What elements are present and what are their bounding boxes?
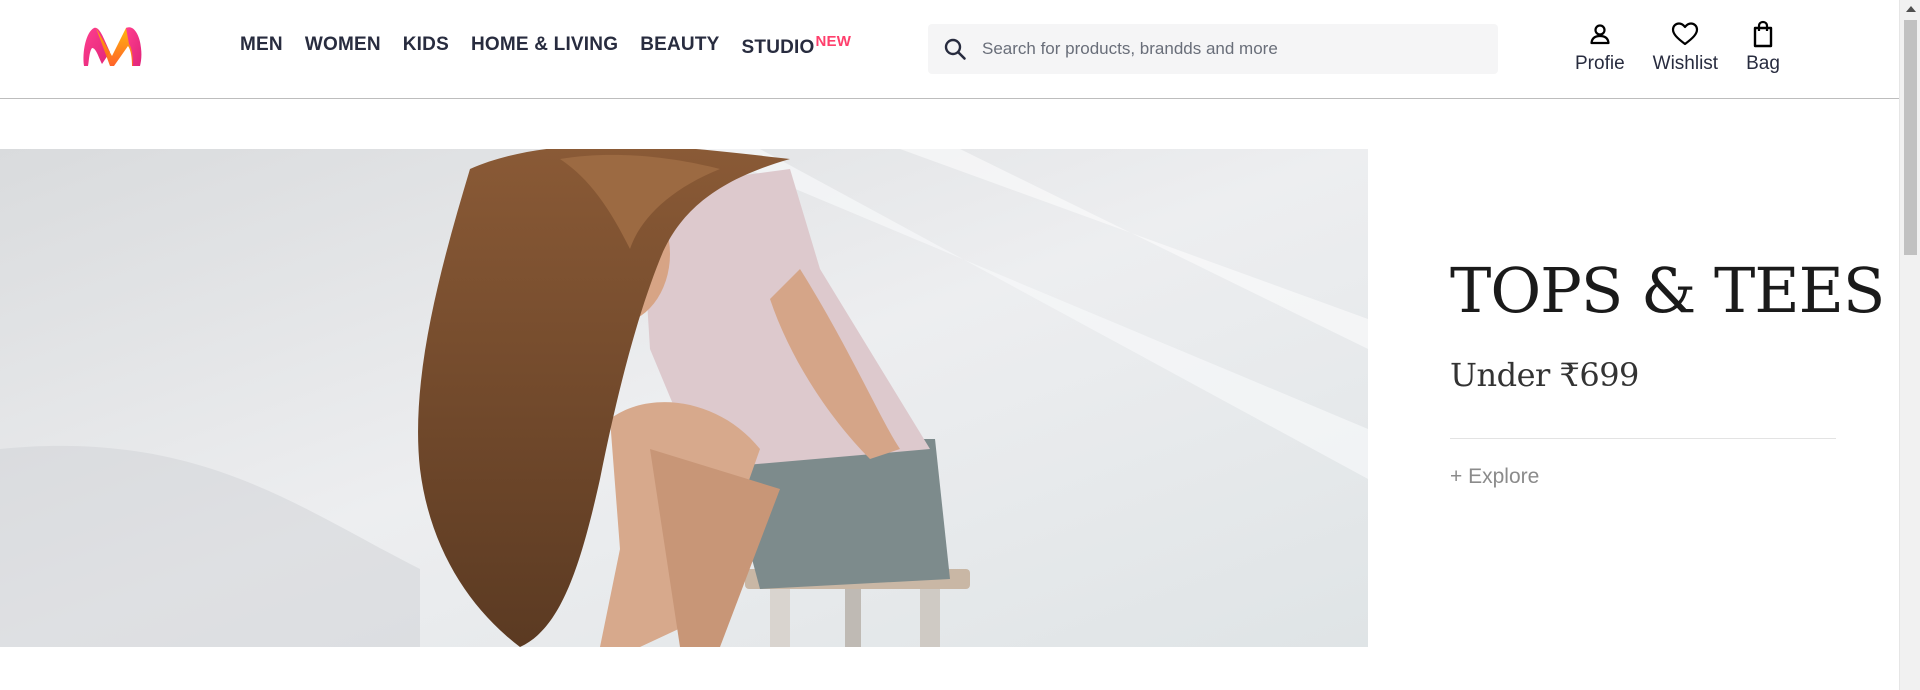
hero-banner-image[interactable] [0,149,1368,647]
main-nav: MEN WOMEN KIDS HOME & LIVING BEAUTY STUD… [240,0,873,99]
wishlist-button[interactable]: Wishlist [1653,18,1718,75]
nav-item-label: BEAUTY [640,34,720,55]
page-scrollbar[interactable] [1899,0,1920,690]
nav-item-kids[interactable]: KIDS [403,0,449,99]
bag-button[interactable]: Bag [1746,18,1780,75]
nav-item-beauty[interactable]: BEAUTY [640,0,719,99]
nav-item-home-living[interactable]: HOME & LIVING [471,0,618,99]
myntra-logo-icon[interactable] [80,22,144,70]
profile-button[interactable]: Profie [1575,18,1625,75]
bag-icon [1751,18,1775,50]
hero-text: TOPS & TEES Under ₹699 + Explore [1450,254,1885,489]
nav-item-label: WOMEN [304,34,381,55]
nav-item-men[interactable]: MEN [240,0,283,99]
header-actions: Profie Wishlist Bag [1575,18,1808,75]
explore-link[interactable]: + Explore [1450,465,1836,489]
site-header: MEN WOMEN KIDS HOME & LIVING BEAUTY STUD… [0,0,1899,99]
scroll-up-arrow-icon[interactable] [1900,0,1920,18]
search-input[interactable] [982,24,1482,74]
nav-item-label: MEN [240,34,283,55]
nav-item-women[interactable]: WOMEN [305,0,381,99]
nav-item-studio[interactable]: STUDIO NEW [742,0,852,99]
nav-item-label: STUDIO [741,37,815,58]
nav-item-label: HOME & LIVING [470,34,619,55]
hero-divider [1450,438,1836,439]
hero-subtitle: Under ₹699 [1450,356,1639,394]
hero-title: TOPS & TEES [1450,254,1885,327]
search-bar [928,24,1498,74]
bag-label: Bag [1746,53,1780,74]
scrollbar-thumb[interactable] [1904,20,1917,255]
heart-icon [1671,18,1699,50]
nav-item-label: KIDS [402,34,449,55]
new-badge: NEW [815,33,852,50]
search-icon[interactable] [928,24,982,74]
user-icon [1588,18,1612,50]
wishlist-label: Wishlist [1652,53,1719,74]
profile-label: Profie [1575,53,1625,74]
